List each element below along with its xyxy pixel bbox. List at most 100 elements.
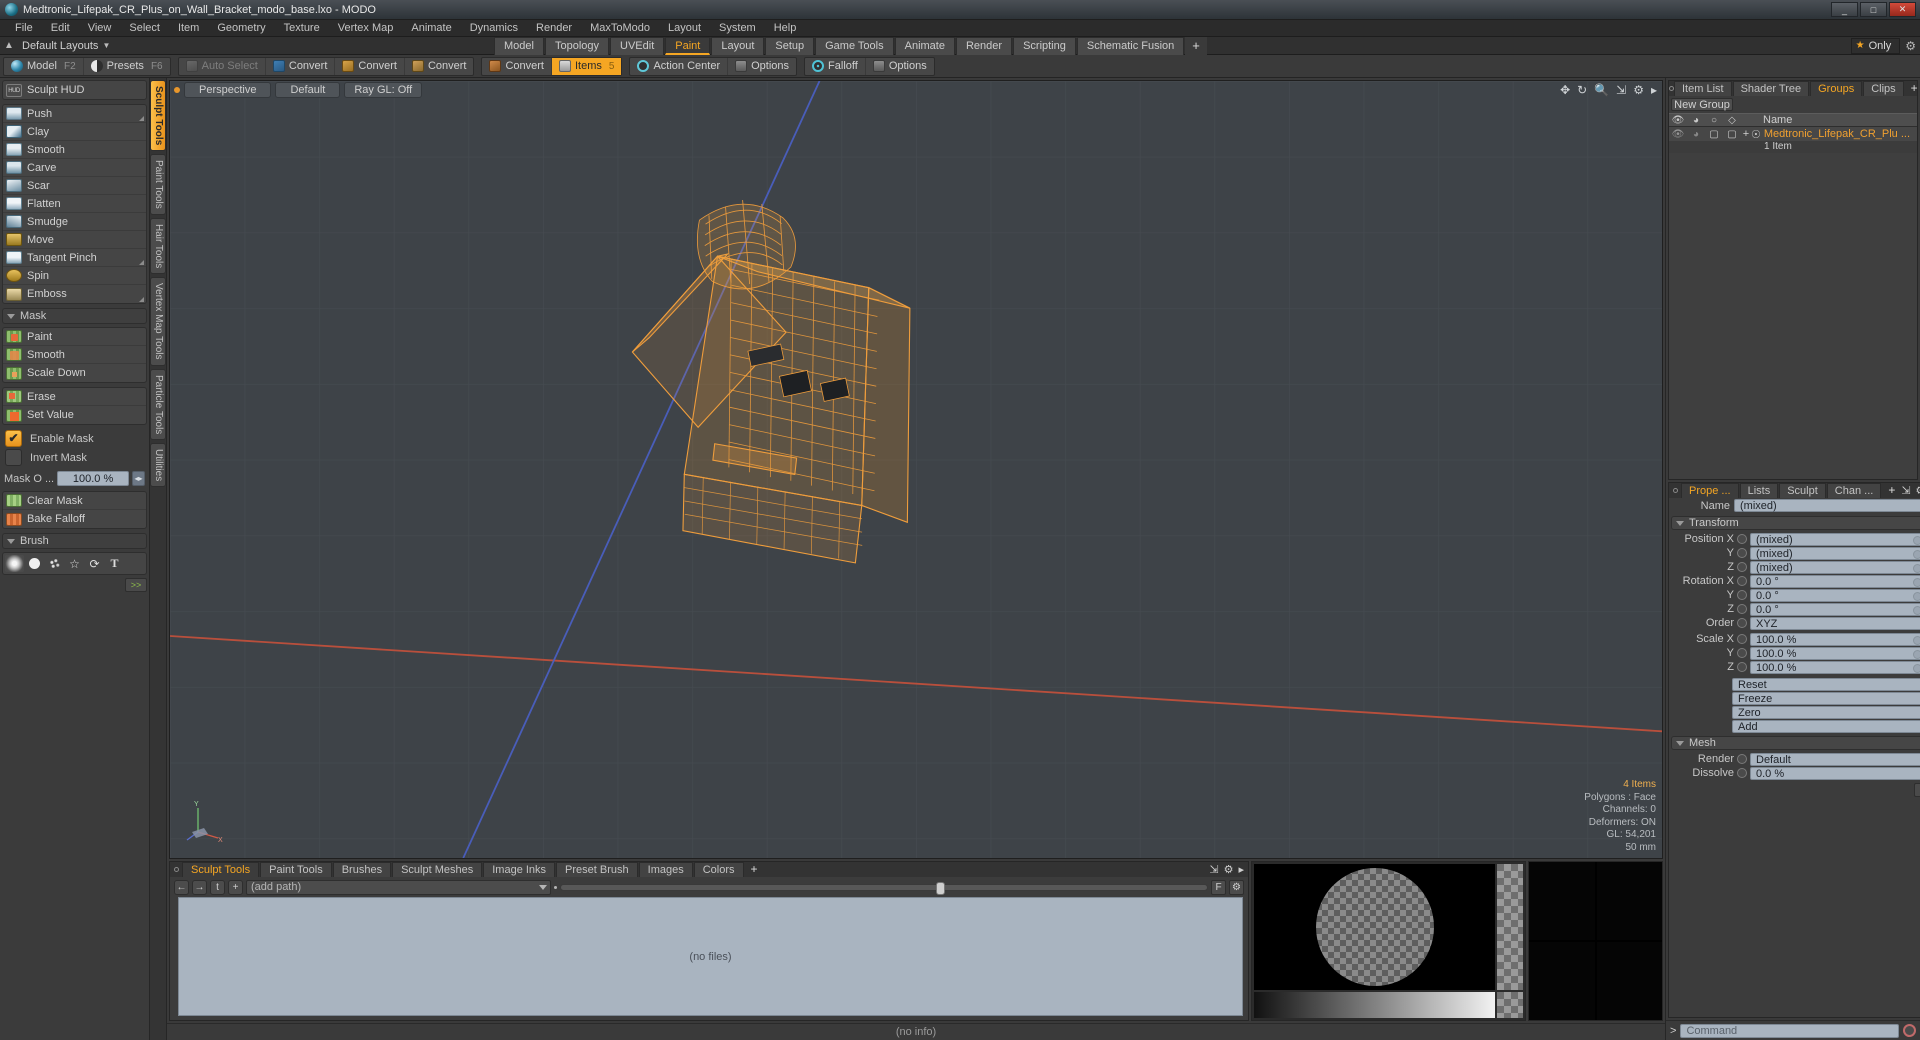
tab-paint[interactable]: Paint: [665, 37, 711, 55]
prop-input[interactable]: 100.0 %◂▸: [1750, 660, 1920, 674]
menu-item-view[interactable]: View: [79, 20, 121, 37]
mask-opacity-input[interactable]: 100.0 %: [57, 471, 129, 486]
prop-input[interactable]: 0.0 °◂▸: [1750, 588, 1920, 602]
row-render-icon[interactable]: ◕: [1687, 129, 1705, 140]
move-icon[interactable]: ✥: [1560, 83, 1570, 97]
mask-section-header[interactable]: Mask: [2, 308, 147, 324]
mini-knob-icon[interactable]: [1912, 649, 1920, 659]
chevron-right-icon[interactable]: ▸: [1238, 863, 1244, 876]
convert-button[interactable]: Convert: [482, 57, 552, 75]
freeze-dropdown[interactable]: Freeze: [1732, 691, 1920, 705]
channel-knob-icon[interactable]: [1737, 604, 1747, 614]
filter-button[interactable]: F: [1211, 879, 1226, 895]
tab-setup[interactable]: Setup: [765, 37, 815, 55]
menu-item-edit[interactable]: Edit: [42, 20, 79, 37]
chevron-right-icon[interactable]: ▸: [1651, 83, 1657, 97]
shade-icon[interactable]: ○: [1705, 115, 1723, 126]
channel-cell[interactable]: [1596, 942, 1662, 1020]
tool-tangent-pinch[interactable]: Tangent Pinch: [3, 249, 146, 267]
dock-tab-images[interactable]: Images: [638, 862, 693, 877]
mini-knob-icon[interactable]: [1912, 605, 1920, 615]
thumbnail-toggle-icon[interactable]: t: [210, 879, 225, 895]
tool-emboss[interactable]: Emboss: [3, 285, 146, 303]
image-channels-panel[interactable]: [1528, 861, 1663, 1021]
close-button[interactable]: ✕: [1889, 2, 1916, 17]
tab-topology[interactable]: Topology: [544, 37, 610, 55]
submenu-arrow-icon[interactable]: [139, 116, 144, 121]
gear-icon[interactable]: ⚙: [1905, 39, 1916, 53]
image-ink-preview-panel[interactable]: [1251, 861, 1526, 1021]
ink-gradient-checker[interactable]: [1497, 992, 1523, 1018]
expand-icon[interactable]: ⇲: [1209, 863, 1218, 876]
new-group-button[interactable]: New Group: [1671, 98, 1733, 111]
procedural-brush-icon[interactable]: ⟳: [85, 555, 104, 572]
tool-scar[interactable]: Scar: [3, 177, 146, 195]
channel-cell[interactable]: [1529, 942, 1595, 1020]
sculpt-hud-button[interactable]: HUD Sculpt HUD: [3, 81, 146, 99]
expand-properties-button[interactable]: >>: [1913, 783, 1920, 797]
dock-tab-brushes[interactable]: Brushes: [332, 862, 392, 877]
wire-icon[interactable]: ◇: [1723, 115, 1741, 126]
preset-file-area[interactable]: (no files): [178, 897, 1243, 1016]
model-button[interactable]: Model F2: [4, 57, 84, 75]
prop-menu-dot-icon[interactable]: [1669, 483, 1681, 498]
groups-tab-item-list[interactable]: Item List: [1674, 81, 1732, 96]
prop-input[interactable]: (mixed)◂▸: [1750, 532, 1920, 546]
zoom-icon[interactable]: 🔍: [1594, 83, 1609, 97]
dock-tab-preset-brush[interactable]: Preset Brush: [556, 862, 638, 877]
tool-push[interactable]: Push: [3, 105, 146, 123]
enable-mask-row[interactable]: ✔ Enable Mask: [2, 429, 147, 448]
channel-knob-icon[interactable]: [1737, 662, 1747, 672]
channel-cell[interactable]: [1529, 862, 1595, 940]
invert-mask-checkbox[interactable]: [5, 449, 22, 466]
layout-home-icon[interactable]: ▲: [0, 40, 18, 51]
dock-tab-colors[interactable]: Colors: [693, 862, 744, 877]
prop-input[interactable]: 100.0 %◂▸: [1750, 632, 1920, 646]
gear-icon[interactable]: ⚙: [1633, 83, 1644, 97]
ink-gradient-strip[interactable]: [1254, 992, 1495, 1018]
expand-brush-button[interactable]: >>: [125, 578, 147, 592]
mesh-render-dropdown[interactable]: Default: [1750, 752, 1920, 766]
dock-tab-paint-tools[interactable]: Paint Tools: [260, 862, 332, 877]
convert-button[interactable]: Convert: [405, 58, 474, 75]
prop-input[interactable]: 100.0 %◂▸: [1750, 646, 1920, 660]
raygl-dropdown[interactable]: Ray GL: Off: [344, 81, 423, 98]
tool-paint[interactable]: Paint: [3, 328, 146, 346]
tool-smudge[interactable]: Smudge: [3, 213, 146, 231]
invert-mask-row[interactable]: Invert Mask: [2, 448, 147, 467]
gear-icon[interactable]: ⚙: [1916, 484, 1920, 497]
channel-knob-icon[interactable]: [1737, 562, 1747, 572]
mini-knob-icon[interactable]: [1912, 563, 1920, 573]
prop-tab-prope[interactable]: Prope ...: [1681, 483, 1739, 498]
rotate-icon[interactable]: ↻: [1577, 83, 1587, 97]
groups-tab-groups[interactable]: Groups: [1810, 81, 1863, 96]
channel-knob-icon[interactable]: [1737, 590, 1747, 600]
mini-knob-icon[interactable]: [1912, 577, 1920, 587]
spray-brush-icon[interactable]: [45, 555, 64, 572]
tab-animate[interactable]: Animate: [894, 37, 955, 55]
mesh-dissolve-knob-icon[interactable]: [1737, 768, 1747, 778]
order-dropdown[interactable]: XYZ: [1750, 616, 1920, 630]
zero-dropdown[interactable]: Zero: [1732, 705, 1920, 719]
channel-knob-icon[interactable]: [1737, 548, 1747, 558]
add-dock-tab-button[interactable]: +: [745, 862, 764, 877]
tool-smooth[interactable]: Smooth: [3, 346, 146, 364]
row-shade-checkbox[interactable]: ▢: [1705, 129, 1723, 140]
groups-tab-clips[interactable]: Clips: [1863, 81, 1904, 96]
add-dropdown[interactable]: Add: [1732, 719, 1920, 733]
options-button[interactable]: Options: [728, 58, 796, 75]
chevron-down-icon[interactable]: ▼: [102, 41, 110, 50]
tab-schematic-fusion[interactable]: Schematic Fusion: [1076, 37, 1185, 55]
prop-input[interactable]: 0.0 °◂▸: [1750, 602, 1920, 616]
tool-bake-falloff[interactable]: Bake Falloff: [3, 510, 146, 528]
mask-opacity-stepper[interactable]: ◂▸: [132, 471, 145, 486]
channel-knob-icon[interactable]: [1737, 576, 1747, 586]
mesh-section-header[interactable]: Mesh: [1671, 736, 1920, 750]
mini-knob-icon[interactable]: [1912, 549, 1920, 559]
tool-smooth[interactable]: Smooth: [3, 141, 146, 159]
viewport-3d[interactable]: Perspective Default Ray GL: Off ✥ ↻ 🔍 ⇲ …: [169, 80, 1663, 859]
mini-knob-icon[interactable]: [1912, 663, 1920, 673]
fit-icon[interactable]: ⇲: [1616, 83, 1626, 97]
command-input[interactable]: Command: [1680, 1023, 1899, 1038]
brush-section-header[interactable]: Brush: [2, 533, 147, 549]
